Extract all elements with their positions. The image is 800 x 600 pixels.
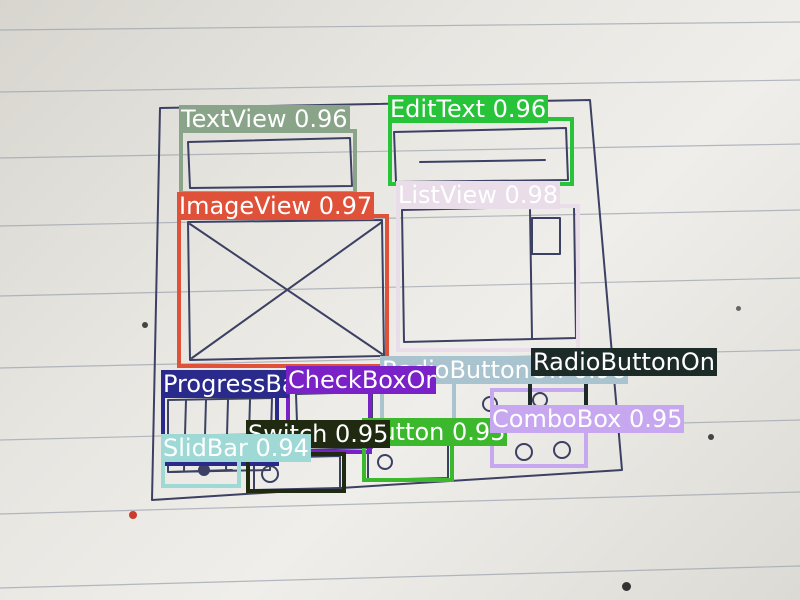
label-text: TextView: [181, 105, 287, 133]
score-text: 0.94: [255, 434, 309, 462]
listview-detection-label: ListView 0.98: [396, 181, 560, 209]
paper-dot: [708, 434, 714, 440]
score-text: 0.95: [335, 420, 389, 448]
slidbar-detection-label: SlidBar 0.94: [161, 434, 311, 462]
score-text: 0.96: [492, 95, 547, 123]
annotated-photo: TextView 0.96 EditText 0.96 ListView 0.9…: [0, 0, 800, 600]
textview-detection-label: TextView 0.96: [179, 105, 350, 133]
radiobutton-on-detection-label: RadioButtonOn: [531, 348, 717, 376]
edittext-detection-label: EditText 0.96: [388, 95, 549, 123]
progressbar-detection-label: ProgressBar: [161, 370, 289, 398]
listview-detection-box: [396, 204, 580, 352]
label-text: RadioButtonOn: [533, 348, 715, 376]
paper-dot: [736, 306, 741, 311]
label-text: CheckBoxOn: [288, 366, 436, 394]
textview-detection-box: [179, 129, 357, 195]
paper-dot: [142, 322, 148, 328]
score-text: 0.96: [294, 105, 348, 133]
label-text: ProgressBar: [163, 370, 289, 398]
combobox-detection-label: ComboBox 0.95: [490, 405, 685, 433]
score-text: 0.97: [318, 192, 373, 220]
label-text: ImageView: [179, 192, 312, 220]
label-text: SlidBar: [163, 434, 248, 462]
label-text: EditText: [390, 95, 486, 123]
label-text: ListView: [398, 181, 497, 209]
checkbox-detection-label: CheckBoxOn: [286, 366, 436, 394]
paper-dot: [129, 511, 137, 519]
label-text: ComboBox: [492, 405, 622, 433]
score-text: 0.95: [629, 405, 683, 433]
score-text: 0.98: [504, 181, 558, 209]
paper-dot: [622, 582, 631, 591]
edittext-detection-box: [388, 117, 574, 186]
imageview-detection-label: ImageView 0.97: [177, 192, 375, 220]
imageview-detection-box: [177, 214, 389, 368]
